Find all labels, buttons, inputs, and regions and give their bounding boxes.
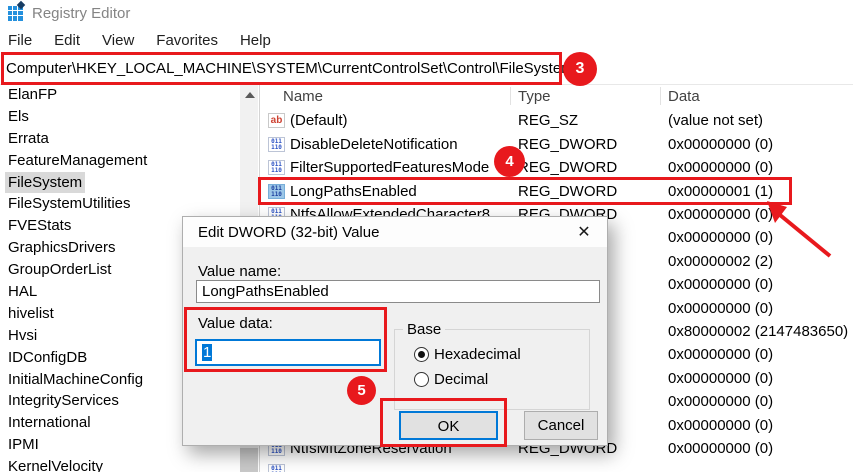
reg-dword-icon [268, 160, 285, 176]
menu-help[interactable]: Help [229, 28, 282, 53]
reg-sz-icon: ab [268, 113, 285, 129]
annotation-box-longpathsenabled-row [258, 177, 792, 205]
annotation-badge-3: 3 [563, 52, 597, 86]
annotation-box-address [1, 52, 562, 85]
column-header-type[interactable]: Type [518, 87, 551, 106]
scroll-up-icon[interactable] [245, 92, 255, 98]
menu-favorites[interactable]: Favorites [145, 28, 229, 53]
menu-bar: File Edit View Favorites Help [0, 28, 853, 53]
cancel-button[interactable]: Cancel [524, 411, 598, 440]
value-name-label: Value name: [198, 263, 282, 280]
annotation-arrow [767, 201, 832, 258]
value-row-default[interactable]: ab (Default) REG_SZ (value not set) [262, 109, 853, 132]
menu-file[interactable]: File [0, 28, 43, 53]
tree-item-elanfp[interactable]: ElanFP [0, 84, 240, 106]
column-header-data[interactable]: Data [668, 87, 700, 106]
radio-hexadecimal[interactable]: Hexadecimal [414, 347, 521, 363]
annotation-badge-4: 4 [494, 146, 525, 177]
annotation-box-ok-button [380, 398, 507, 447]
header-separator[interactable] [510, 87, 511, 105]
radio-decimal[interactable]: Decimal [414, 372, 488, 388]
column-header-name[interactable]: Name [283, 87, 323, 106]
tree-item-filesystem-selected[interactable]: FileSystem [0, 171, 240, 194]
dialog-title: Edit DWORD (32-bit) Value [198, 224, 380, 241]
tree-item-kernelvelocity[interactable]: KernelVelocity [0, 456, 240, 472]
value-name-field[interactable]: LongPathsEnabled [196, 280, 600, 303]
title-bar: Registry Editor [0, 0, 853, 28]
header-separator[interactable] [660, 87, 661, 105]
value-row[interactable] [262, 460, 853, 472]
registry-editor-window: Registry Editor File Edit View Favorites… [0, 0, 853, 472]
tree-item-featuremanagement[interactable]: FeatureManagement [0, 150, 240, 172]
base-group-label: Base [403, 321, 446, 338]
dialog-title-bar: Edit DWORD (32-bit) Value ✕ [183, 217, 607, 247]
window-title: Registry Editor [32, 5, 131, 22]
tree-item-errata[interactable]: Errata [0, 128, 240, 150]
value-row-filtersupportedfeaturesmode[interactable]: FilterSupportedFeaturesMode REG_DWORD 0x… [262, 156, 853, 179]
menu-edit[interactable]: Edit [43, 28, 91, 53]
tree-item-filesystemutilities[interactable]: FileSystemUtilities [0, 193, 240, 215]
value-row-disabledeletenotification[interactable]: DisableDeleteNotification REG_DWORD 0x00… [262, 133, 853, 156]
reg-dword-icon [268, 136, 285, 152]
annotation-badge-5: 5 [347, 376, 376, 405]
menu-view[interactable]: View [91, 28, 145, 53]
reg-dword-icon [268, 464, 285, 472]
tree-scrollbar-thumb[interactable] [240, 448, 258, 472]
radio-unselected-icon[interactable] [414, 372, 429, 387]
tree-item-els[interactable]: Els [0, 106, 240, 128]
radio-selected-icon[interactable] [414, 347, 429, 362]
annotation-box-value-data [184, 307, 387, 372]
close-icon[interactable]: ✕ [573, 222, 595, 244]
